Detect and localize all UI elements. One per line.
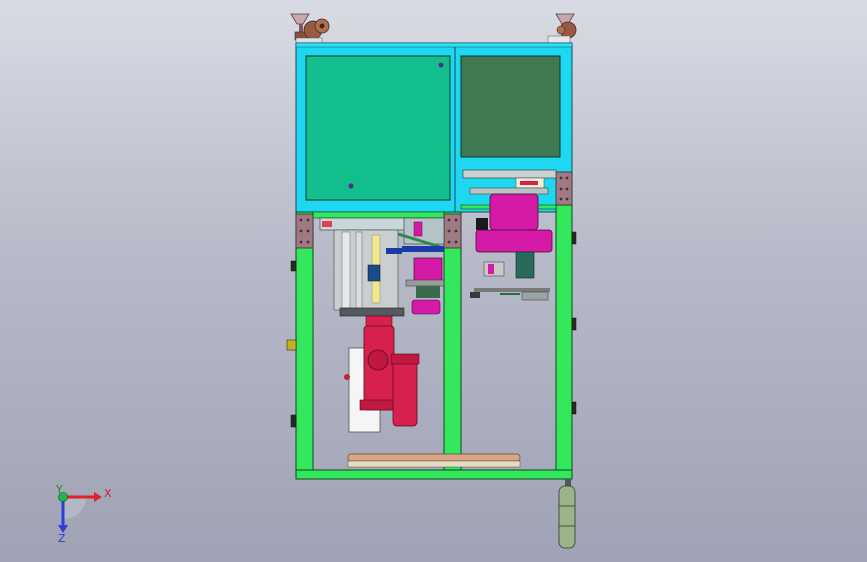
right-mechanism (462, 169, 557, 301)
machine-assembly-drawing: X Y Z (55, 13, 577, 549)
x-axis-label: X (104, 487, 112, 500)
red-cylinder-secondary (392, 355, 418, 427)
magenta-turntable-upper (489, 193, 539, 231)
cabinet-panel-right (460, 55, 561, 158)
magenta-block (413, 257, 443, 283)
bottom-roller (347, 453, 521, 468)
coordinate-triad: X Y Z (55, 483, 112, 545)
z-axis-label: Z (58, 532, 66, 545)
top-leveling-foot-right (547, 13, 577, 44)
bottom-leveling-foot (558, 479, 576, 549)
cad-viewport[interactable]: X Y Z (0, 0, 867, 562)
y-axis-label: Y (55, 483, 63, 496)
top-leveling-foot-left (290, 13, 330, 44)
cabinet-panel-left (305, 55, 451, 201)
magenta-turntable-lower (475, 229, 553, 253)
